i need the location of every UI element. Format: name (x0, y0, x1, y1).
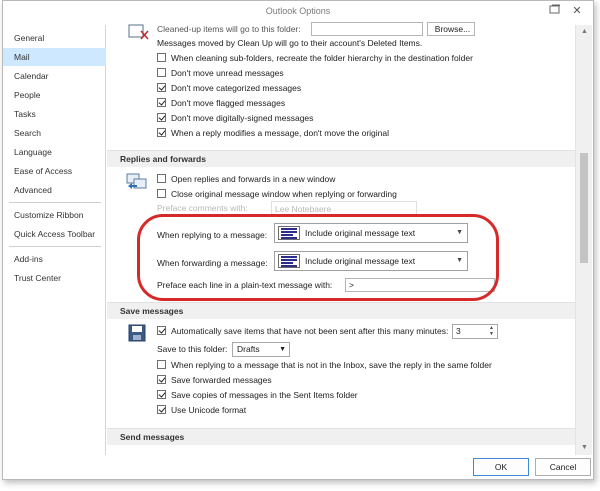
save-disk-icon (127, 323, 147, 345)
preface-comments-field[interactable]: Lee Notebaere (271, 201, 417, 215)
sidebar-item-tasks[interactable]: Tasks (3, 105, 106, 123)
checkbox-label: Use Unicode format (171, 405, 247, 415)
checkbox-label: Don't move digitally-signed messages (171, 113, 314, 123)
cancel-button[interactable]: Cancel (535, 458, 591, 476)
sidebar-item-label: People (14, 90, 41, 100)
cleanup-folder-field[interactable] (311, 22, 423, 36)
checkbox[interactable] (157, 390, 166, 399)
checkbox[interactable] (157, 98, 166, 107)
checkbox[interactable] (157, 53, 166, 62)
cleanup-folder-label: Cleaned-up items will go to this folder: (157, 24, 301, 34)
browse-button[interactable]: Browse... (427, 22, 475, 36)
sidebar-item-label: Quick Access Toolbar (14, 229, 96, 239)
checkbox-label: Save copies of messages in the Sent Item… (171, 390, 358, 400)
checkbox-reply-same-folder[interactable]: When replying to a message that is not i… (157, 358, 492, 372)
highlight-ring (137, 214, 499, 301)
mail-options-panel: Cleaned-up items will go to this folder:… (107, 1, 575, 455)
sidebar-item-label: Tasks (14, 109, 36, 119)
checkbox-flagged[interactable]: Don't move flagged messages (157, 96, 285, 110)
sidebar-item-ease-of-access[interactable]: Ease of Access (3, 162, 106, 180)
replies-forwards-icon (125, 171, 149, 193)
cleanup-info-text: Messages moved by Clean Up will go to th… (157, 38, 423, 48)
checkbox[interactable] (157, 375, 166, 384)
checkbox-label: Don't move flagged messages (171, 98, 286, 108)
sidebar-item-mail[interactable]: Mail (3, 48, 106, 66)
checkbox[interactable] (157, 83, 166, 92)
sidebar-item-trust-center[interactable]: Trust Center (3, 269, 106, 287)
sidebar-divider (9, 246, 101, 247)
sidebar-item-search[interactable]: Search (3, 124, 106, 142)
checkbox-label: Open replies and forwards in a new windo… (171, 174, 336, 184)
checkbox[interactable] (157, 405, 166, 414)
checkbox-unread[interactable]: Don't move unread messages (157, 66, 284, 80)
checkbox[interactable] (157, 189, 166, 198)
scroll-up-icon[interactable]: ▲ (576, 26, 593, 38)
sidebar-item-advanced[interactable]: Advanced (3, 181, 106, 199)
checkbox-label: Don't move unread messages (171, 68, 284, 78)
outlook-options-window: Outlook Options ✕ General Mail Calendar … (2, 0, 594, 480)
sidebar-item-label: Advanced (14, 185, 52, 195)
save-folder-dropdown[interactable]: Drafts ▼ (232, 342, 290, 357)
checkbox[interactable] (157, 326, 166, 335)
checkbox[interactable] (157, 128, 166, 137)
section-header-save: Save messages (107, 302, 575, 319)
checkbox-categorized[interactable]: Don't move categorized messages (157, 81, 301, 95)
decrement-icon[interactable]: ▼ (487, 331, 496, 337)
checkbox-label: When replying to a message that is not i… (171, 360, 492, 370)
save-folder-label: Save to this folder: (157, 344, 228, 354)
checkbox-unicode[interactable]: Use Unicode format (157, 403, 246, 417)
sidebar-item-label: Search (14, 128, 41, 138)
sidebar-divider (9, 202, 101, 203)
section-header-send: Send messages (107, 428, 575, 445)
checkbox[interactable] (157, 360, 166, 369)
checkbox-label: When a reply modifies a message, don't m… (171, 128, 390, 138)
save-folder-value: Drafts (237, 344, 260, 354)
sidebar-item-label: Mail (14, 52, 30, 62)
checkbox-label: Don't move categorized messages (171, 83, 302, 93)
sidebar-item-people[interactable]: People (3, 86, 106, 104)
autosave-minutes-stepper[interactable]: 3 ▲ ▼ (452, 324, 498, 339)
scroll-down-icon[interactable]: ▼ (576, 442, 593, 454)
checkbox-recreate-hierarchy[interactable]: When cleaning sub-folders, recreate the … (157, 51, 473, 65)
checkbox-digitally-signed[interactable]: Don't move digitally-signed messages (157, 111, 313, 125)
checkbox[interactable] (157, 174, 166, 183)
checkbox[interactable] (157, 113, 166, 122)
checkbox-label: Automatically save items that have not b… (171, 326, 449, 336)
checkbox-label: When cleaning sub-folders, recreate the … (171, 53, 473, 63)
checkbox-label: Save forwarded messages (171, 375, 272, 385)
chevron-down-icon: ▼ (279, 346, 286, 353)
checkbox-save-forwarded[interactable]: Save forwarded messages (157, 373, 272, 387)
vertical-scrollbar[interactable]: ▲ ▼ (575, 25, 592, 455)
sidebar-item-general[interactable]: General (3, 29, 106, 47)
checkbox-autosave[interactable]: Automatically save items that have not b… (157, 324, 448, 338)
sidebar-item-label: Trust Center (14, 273, 61, 283)
cleanup-icon (127, 23, 149, 43)
checkbox-reply-modifies[interactable]: When a reply modifies a message, don't m… (157, 126, 389, 140)
preface-comments-label: Preface comments with: (157, 203, 248, 213)
sidebar-item-label: General (14, 33, 45, 43)
sidebar-item-label: Ease of Access (14, 166, 73, 176)
checkbox-close-original[interactable]: Close original message window when reply… (157, 187, 397, 201)
sidebar-item-calendar[interactable]: Calendar (3, 67, 106, 85)
sidebar-item-label: Calendar (14, 71, 49, 81)
checkbox-open-new-window[interactable]: Open replies and forwards in a new windo… (157, 172, 335, 186)
ok-button[interactable]: OK (473, 458, 529, 476)
sidebar: General Mail Calendar People Tasks Searc… (3, 25, 106, 455)
sidebar-item-customize-ribbon[interactable]: Customize Ribbon (3, 206, 106, 224)
section-header-replies: Replies and forwards (107, 150, 575, 167)
scroll-thumb[interactable] (580, 153, 588, 263)
checkbox[interactable] (157, 68, 166, 77)
checkbox-label: Close original message window when reply… (171, 189, 397, 199)
autosave-minutes-value: 3 (456, 326, 461, 336)
sidebar-item-label: Add-ins (14, 254, 43, 264)
sidebar-item-language[interactable]: Language (3, 143, 106, 161)
sidebar-item-add-ins[interactable]: Add-ins (3, 250, 106, 268)
checkbox-save-sent-copies[interactable]: Save copies of messages in the Sent Item… (157, 388, 358, 402)
sidebar-item-quick-access-toolbar[interactable]: Quick Access Toolbar (3, 225, 106, 243)
sidebar-item-label: Language (14, 147, 52, 157)
sidebar-item-label: Customize Ribbon (14, 210, 84, 220)
